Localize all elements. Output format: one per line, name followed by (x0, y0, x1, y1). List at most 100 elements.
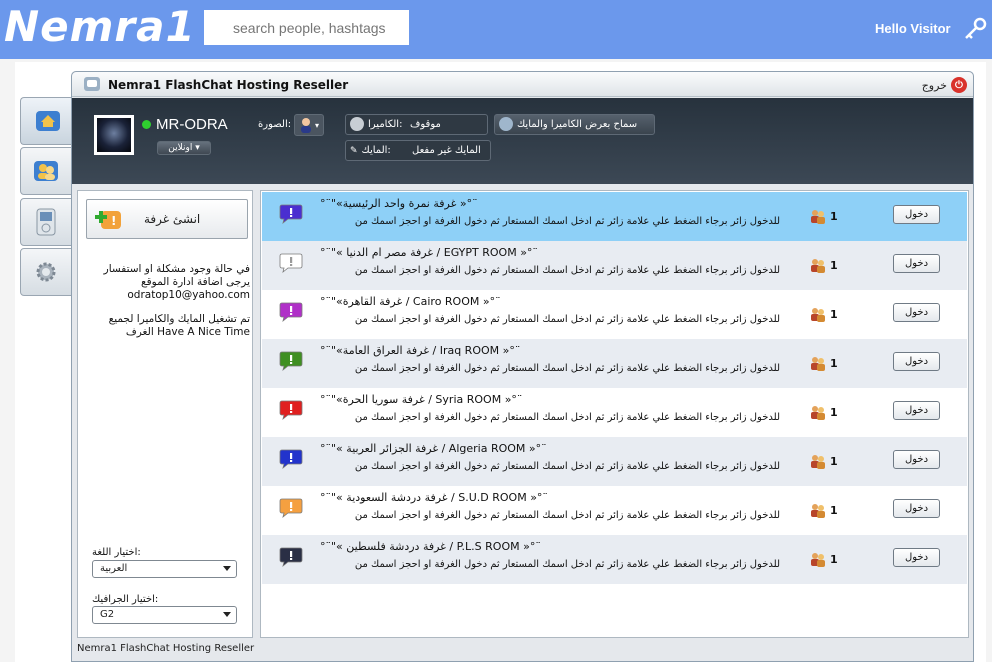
room-user-count: 1 (830, 406, 838, 419)
mic-label: المايك: (361, 145, 391, 156)
enter-room-button[interactable]: دخول (893, 450, 940, 469)
chat-bubble-icon (84, 77, 100, 91)
users-count-icon (811, 504, 825, 518)
users-icon (34, 161, 58, 181)
allow-camera-button[interactable]: سماح بعرض الكاميرا والمايك (494, 114, 655, 135)
room-user-count: 1 (830, 553, 838, 566)
room-user-count: 1 (830, 259, 838, 272)
enter-room-button[interactable]: دخول (893, 205, 940, 224)
exit-button[interactable]: خروج ⏻ (922, 77, 967, 93)
room-user-count: 1 (830, 308, 838, 321)
enter-room-button[interactable]: دخول (893, 303, 940, 322)
enter-room-button[interactable]: دخول (893, 548, 940, 567)
room-row[interactable]: °¨"«غرفة العراق العامة / Iraq ROOM »°¨ ل… (262, 339, 967, 388)
room-description: للدخول زائر برجاء الضغط علي علامة زائر ث… (354, 265, 780, 276)
user-photo-icon (300, 118, 311, 133)
info-notice: تم تشغيل المايك والكاميرا لجميع الغرف Ha… (108, 313, 250, 338)
greeting: Hello Visitor (875, 21, 951, 36)
users-count-icon (811, 308, 825, 322)
room-row[interactable]: °¨"«غرفة القاهرة / Cairo ROOM »°¨ للدخول… (262, 290, 967, 339)
room-row[interactable]: °¨"« غرفة الجزائر العربية / Algeria ROOM… (262, 437, 967, 486)
enter-room-button[interactable]: دخول (893, 499, 940, 518)
users-count-icon (811, 406, 825, 420)
room-chat-icon (279, 400, 303, 421)
room-user-count: 1 (830, 357, 838, 370)
room-title: °¨"« غرفة مصر ام الدنيا / EGYPT ROOM »°¨ (320, 246, 538, 259)
room-title: °¨"« غرفة دردشة فلسطين / P.L.S ROOM »°¨ (320, 540, 541, 553)
window-title: Nemra1 FlashChat Hosting Reseller (108, 78, 349, 92)
avatar[interactable] (94, 115, 134, 155)
search-input[interactable] (204, 10, 409, 45)
camera-value: موقوف (410, 119, 441, 130)
room-chat-icon (279, 253, 303, 274)
svg-text:!: ! (111, 214, 116, 228)
exit-label: خروج (921, 78, 947, 92)
room-chat-icon (279, 498, 303, 519)
room-row[interactable]: °¨"« غرفة مصر ام الدنيا / EGYPT ROOM »°¨… (262, 241, 967, 290)
graphics-select[interactable]: G2 (92, 606, 237, 624)
create-room-label: انشئ غرفة (144, 212, 201, 226)
side-tab-home[interactable] (20, 97, 74, 145)
room-description: للدخول زائر برجاء الضغط علي علامة زائر ث… (354, 363, 780, 374)
room-title: °¨"«غرفة سوريا الحرة / Syria ROOM »°¨ (320, 393, 523, 406)
mic-status: ✎ المايك: المايك غير مفعل (345, 140, 491, 161)
language-value: العربية (100, 563, 128, 574)
window-titlebar: Nemra1 FlashChat Hosting Reseller خروج ⏻ (72, 72, 973, 97)
room-row[interactable]: °¨"«غرفة سوريا الحرة / Syria ROOM »°¨ لل… (262, 388, 967, 437)
room-description: للدخول زائر برجاء الضغط علي علامة زائر ث… (354, 216, 780, 227)
status-value: اونلاين (168, 143, 193, 153)
room-title: °¨"«غرفة العراق العامة / Iraq ROOM »°¨ (320, 344, 521, 357)
chevron-down-icon (223, 566, 231, 571)
online-status-icon (142, 120, 151, 129)
site-logo[interactable]: Nemra1 (4, 2, 196, 51)
enter-room-button[interactable]: دخول (893, 401, 940, 420)
room-user-count: 1 (830, 455, 838, 468)
username: MR-ODRA (156, 116, 228, 133)
mic-icon: ✎ (350, 146, 358, 156)
room-title: °¨"« غرفة الجزائر العربية / Algeria ROOM… (320, 442, 547, 455)
chevron-down-icon (223, 612, 231, 617)
photo-button[interactable]: ▾ (294, 114, 324, 136)
room-row[interactable]: °¨"« غرفة دردشة فلسطين / P.L.S ROOM »°¨ … (262, 535, 967, 584)
language-label: اختيار اللغة: (92, 547, 141, 558)
side-tab-settings[interactable] (20, 248, 72, 296)
room-list: °¨"«غرفة نمرة واحد الرئيسية »°¨ للدخول ز… (260, 190, 969, 638)
room-row[interactable]: °¨"« غرفة دردشة السعودية / S.U.D ROOM »°… (262, 486, 967, 535)
create-room-button[interactable]: ! انشئ غرفة (86, 199, 248, 239)
room-chat-icon (279, 351, 303, 372)
camera-label: الكاميرا: (368, 119, 403, 130)
left-panel: ! انشئ غرفة في حالة وجود مشكلة او استفسا… (77, 190, 253, 638)
enter-room-button[interactable]: دخول (893, 352, 940, 371)
room-chat-icon (279, 449, 303, 470)
key-icon[interactable] (963, 17, 987, 41)
camera-status: الكاميرا: موقوف (345, 114, 488, 135)
graphics-value: G2 (100, 609, 115, 620)
users-count-icon (811, 553, 825, 567)
allow-camera-label: سماح بعرض الكاميرا والمايك (517, 119, 638, 130)
mic-value: المايك غير مفعل (412, 145, 481, 156)
camera-icon (350, 117, 364, 131)
side-tab-media[interactable] (20, 198, 72, 246)
graphics-label: اختيار الجرافيك: (92, 594, 159, 605)
users-count-icon (811, 259, 825, 273)
chat-window: Nemra1 FlashChat Hosting Reseller خروج ⏻… (71, 71, 974, 662)
enter-room-button[interactable]: دخول (893, 254, 940, 273)
room-description: للدخول زائر برجاء الضغط علي علامة زائر ث… (354, 412, 780, 423)
info-contact: في حالة وجود مشكلة او استفسار يرجى اضافة… (103, 263, 250, 301)
room-user-count: 1 (830, 210, 838, 223)
users-count-icon (811, 357, 825, 371)
media-player-icon (36, 208, 56, 236)
users-count-icon (811, 210, 825, 224)
photo-label: الصورة: (258, 119, 292, 130)
room-row[interactable]: °¨"«غرفة نمرة واحد الرئيسية »°¨ للدخول ز… (262, 192, 967, 241)
room-description: للدخول زائر برجاء الضغط علي علامة زائر ث… (354, 510, 780, 521)
room-description: للدخول زائر برجاء الضغط علي علامة زائر ث… (354, 314, 780, 325)
add-room-icon: ! (95, 211, 121, 229)
room-description: للدخول زائر برجاء الضغط علي علامة زائر ث… (354, 461, 780, 472)
side-tab-users[interactable] (20, 147, 72, 195)
language-select[interactable]: العربية (92, 560, 237, 578)
status-dropdown[interactable]: اونلاين ▾ (157, 141, 211, 155)
user-bar: MR-ODRA اونلاين ▾ الصورة: ▾ الكاميرا: مو… (72, 98, 973, 184)
top-bar: Nemra1 Hello Visitor (0, 0, 992, 59)
room-chat-icon (279, 302, 303, 323)
